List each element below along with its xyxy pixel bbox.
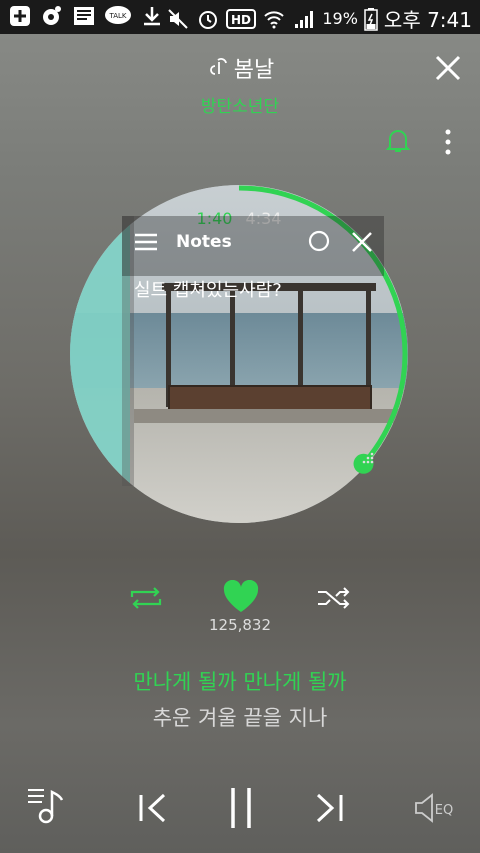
- heart-icon: [223, 580, 259, 612]
- song-title: 봄날: [206, 52, 274, 84]
- repeat-icon: [130, 587, 162, 609]
- next-button[interactable]: [314, 792, 344, 824]
- notes-title: Notes: [176, 232, 232, 252]
- notes-text[interactable]: 실트 캡쳐있는사람?: [134, 276, 282, 302]
- pause-button[interactable]: [228, 786, 254, 830]
- repeat-button[interactable]: [128, 586, 164, 610]
- more-vert-icon: [445, 129, 451, 155]
- talk-icon: TALK: [104, 4, 132, 28]
- previous-icon: [139, 793, 166, 823]
- pause-icon: [231, 788, 251, 828]
- title-row: 봄날: [0, 52, 480, 84]
- svg-text:EQ: EQ: [435, 803, 453, 818]
- clock: 오후 7:41: [383, 8, 472, 32]
- news-icon: [72, 4, 96, 28]
- status-bar: TALK HD 19% 오후 7:41: [0, 0, 480, 34]
- lyric-current-line[interactable]: 만나게 될까 만나게 될까: [0, 666, 480, 696]
- playlist-button[interactable]: [26, 786, 68, 826]
- hd-icon: HD: [226, 7, 257, 31]
- signal-icon: [292, 7, 316, 31]
- close-button[interactable]: [434, 54, 462, 82]
- lyric-next-line[interactable]: 추운 겨울 끝을 지나: [0, 702, 480, 732]
- speaker-eq-icon: EQ: [415, 793, 453, 823]
- add-icon: [8, 4, 32, 28]
- artist-name[interactable]: 방탄소년단: [0, 92, 480, 117]
- song-title-text: 봄날: [233, 58, 275, 83]
- equalizer-button[interactable]: EQ: [414, 792, 458, 824]
- previous-button[interactable]: [138, 792, 168, 824]
- svg-text:TALK: TALK: [108, 12, 126, 20]
- download-icon: [140, 4, 164, 28]
- shuffle-icon: [318, 587, 350, 609]
- next-icon: [316, 793, 343, 823]
- svg-text:HD: HD: [231, 13, 251, 27]
- mute-icon: [166, 7, 190, 31]
- more-options-button[interactable]: [440, 128, 456, 156]
- note-icon: [206, 56, 230, 80]
- battery-percent: 19%: [322, 9, 358, 28]
- notes-window-header[interactable]: Notes: [122, 216, 384, 276]
- shuffle-button[interactable]: [316, 586, 352, 610]
- notes-close-icon[interactable]: [350, 230, 374, 254]
- like-button[interactable]: [222, 580, 260, 614]
- wifi-icon: [262, 7, 286, 31]
- music-app-icon: [40, 4, 64, 28]
- close-icon: [435, 55, 461, 81]
- playlist-icon: [28, 789, 64, 824]
- hamburger-menu-icon[interactable]: [134, 232, 158, 252]
- minimize-circle-icon[interactable]: [308, 230, 330, 252]
- notification-button[interactable]: [386, 128, 410, 154]
- bell-icon: [386, 130, 410, 152]
- like-count: 125,832: [208, 616, 272, 634]
- battery-charging-icon: [364, 7, 378, 31]
- alarm-icon: [196, 7, 220, 31]
- resize-handle-icon[interactable]: [360, 452, 374, 466]
